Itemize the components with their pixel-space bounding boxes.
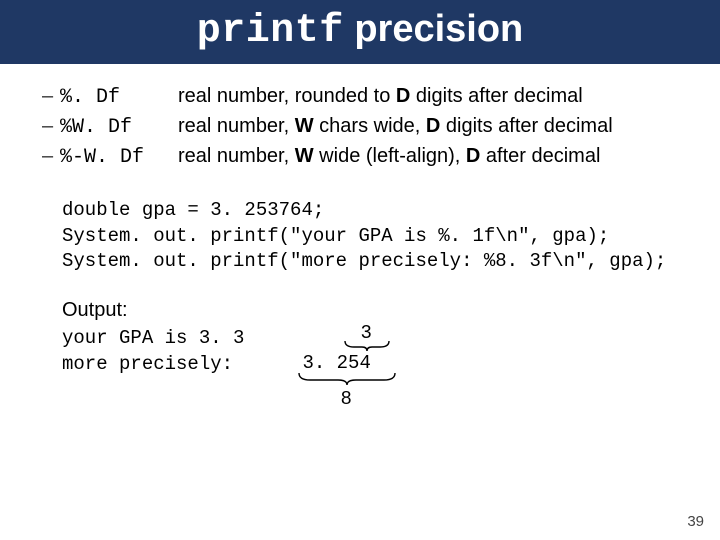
title-mono: printf xyxy=(197,9,344,54)
format-desc: real number, W wide (left-align), D afte… xyxy=(178,142,684,171)
bullet-dash: – xyxy=(42,82,60,111)
diagram-value: 3. 254 xyxy=(302,352,370,374)
width-diagram: 3 3. 254 8 xyxy=(284,326,414,410)
output-text: your GPA is 3. 3 more precisely: xyxy=(62,326,244,377)
output-row: your GPA is 3. 3 more precisely: 3 3. 25… xyxy=(62,326,684,410)
format-desc: real number, W chars wide, D digits afte… xyxy=(178,112,684,141)
output-label: Output: xyxy=(62,299,684,322)
brace-top-icon xyxy=(344,340,390,352)
brace-bottom-icon xyxy=(298,372,396,386)
bullet-dash: – xyxy=(42,142,60,171)
format-desc: real number, rounded to D digits after d… xyxy=(178,82,684,111)
slide-content: – %. Df real number, rounded to D digits… xyxy=(0,64,720,410)
diagram-bottom-number: 8 xyxy=(340,388,351,410)
title-rest: precision xyxy=(344,8,524,50)
format-code: %W. Df xyxy=(60,113,178,142)
format-spec-list: – %. Df real number, rounded to D digits… xyxy=(36,82,684,172)
code-example: double gpa = 3. 253764; System. out. pri… xyxy=(62,198,684,275)
page-number: 39 xyxy=(687,513,704,530)
bullet-dash: – xyxy=(42,112,60,141)
spec-row: – %W. Df real number, W chars wide, D di… xyxy=(36,112,684,142)
spec-row: – %-W. Df real number, W wide (left-alig… xyxy=(36,142,684,172)
format-code: %-W. Df xyxy=(60,143,178,172)
format-code: %. Df xyxy=(60,83,178,112)
title-bar: printf precision xyxy=(0,0,720,64)
spec-row: – %. Df real number, rounded to D digits… xyxy=(36,82,684,112)
